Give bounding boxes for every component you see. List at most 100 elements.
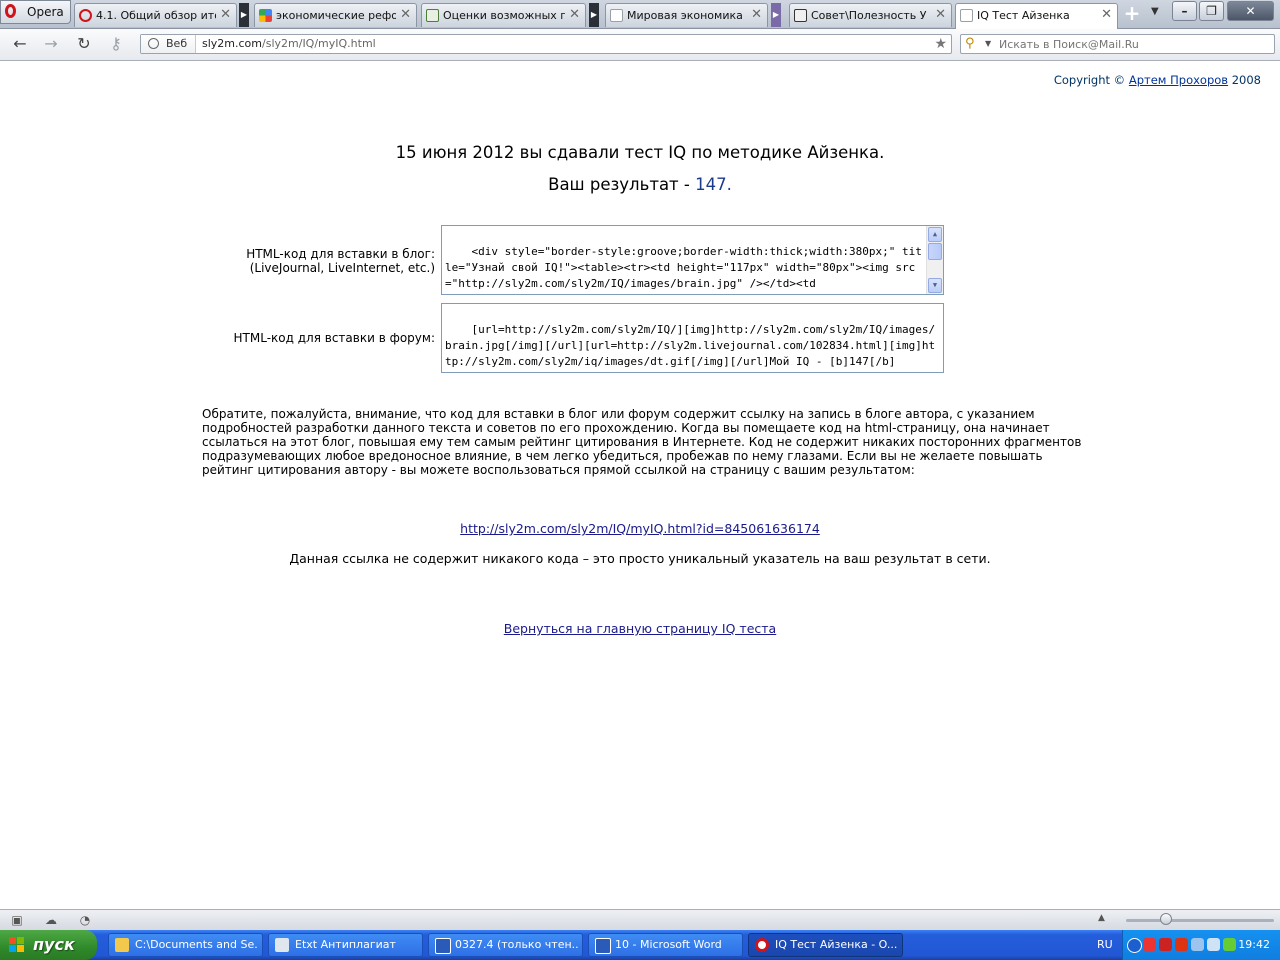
tab-title: Мировая экономика : ... (627, 9, 747, 22)
scroll-down-arrow-icon[interactable]: ▼ (928, 278, 942, 293)
tray-clock: 19:42 (1238, 938, 1270, 951)
tab-1[interactable]: экономические рефор... ✕ (254, 3, 417, 27)
google-favicon-icon (259, 9, 272, 22)
close-tab-icon[interactable]: ✕ (220, 4, 231, 26)
taskbar-item-label: IQ Тест Айзенка - O... (775, 938, 898, 951)
blog-code-scrollbar[interactable]: ▲ ▼ (926, 226, 943, 294)
tab-separator: ▶ (589, 3, 599, 27)
language-indicator[interactable]: RU (1097, 930, 1113, 960)
new-tab-plus-icon[interactable]: + (1122, 3, 1142, 24)
taskbar-item-label: Etxt Антиплагиат (295, 938, 396, 951)
page-content: Copyright © Артем Прохоров 2008 15 июня … (0, 61, 1280, 909)
windows-flag-icon (9, 937, 25, 953)
app-window-icon (275, 938, 289, 952)
taskbar-item-opera[interactable]: IQ Тест Айзенка - O... (748, 933, 903, 957)
document-favicon-icon (960, 9, 973, 22)
iq-result: Ваш результат - 147. (0, 175, 1280, 194)
forum-code-label: HTML-код для вставки в форум: (233, 331, 435, 345)
globe-icon (148, 38, 159, 49)
tab-2[interactable]: Оценки возможных п... ✕ (421, 3, 586, 27)
address-field[interactable]: Веб sly2m.com/sly2m/IQ/myIQ.html ★ (140, 34, 952, 54)
back-to-test-link[interactable]: Вернуться на главную страницу IQ теста (504, 621, 776, 636)
taskbar-item-word[interactable]: 10 - Microsoft Word (588, 933, 743, 957)
restore-window-icon[interactable]: ❐ (1199, 1, 1224, 21)
tray-opera-v-icon[interactable] (1175, 938, 1188, 951)
opera-menu-button[interactable]: Opera (0, 0, 71, 24)
tray-signal-icon[interactable] (1223, 938, 1236, 951)
blog-code-label-line1: HTML-код для вставки в блог: (246, 247, 435, 261)
document-favicon-icon (610, 9, 623, 22)
forum-code-textarea[interactable]: [url=http://sly2m.com/sly2m/IQ/][img]htt… (441, 303, 944, 373)
taskbar-item-etxt[interactable]: Etxt Антиплагиат (268, 933, 423, 957)
minimize-window-icon[interactable]: – (1172, 1, 1197, 21)
close-tab-icon[interactable]: ✕ (751, 4, 762, 26)
tray-antivirus-icon[interactable] (1143, 938, 1156, 951)
search-engine-dropdown-icon[interactable]: ▼ (985, 37, 991, 51)
tray-expand-icon[interactable] (1127, 938, 1142, 953)
wand-key-icon[interactable]: ⚷ (106, 35, 126, 53)
panel-toggle-icon[interactable]: ▣ (10, 913, 24, 927)
author-link[interactable]: Артем Прохоров (1129, 73, 1228, 87)
tab-list-chevron-icon[interactable]: ▼ (1151, 6, 1159, 17)
reload-icon[interactable]: ↻ (74, 35, 94, 53)
test-date-headline: 15 июня 2012 вы сдавали тест IQ по метод… (395, 143, 885, 162)
system-tray: 19:42 (1122, 930, 1280, 960)
zoom-menu-arrow-icon[interactable]: ▲ (1098, 913, 1105, 923)
tray-mail-icon[interactable] (1159, 938, 1172, 951)
scroll-up-arrow-icon[interactable]: ▲ (928, 227, 942, 242)
tab-5-active[interactable]: IQ Тест Айзенка ✕ (955, 3, 1118, 29)
link-note: Данная ссылка не содержит никакого кода … (289, 551, 991, 566)
blog-code-label: HTML-код для вставки в блог: (LiveJourna… (200, 247, 435, 275)
taskbar-item-word-readonly[interactable]: 0327.4 (только чтен... (428, 933, 583, 957)
opera-menu-label: Opera (27, 5, 64, 19)
back-link-wrap: Вернуться на главную страницу IQ теста (0, 621, 1280, 636)
blog-code-textarea[interactable]: <div style="border-style:groove;border-w… (441, 225, 944, 295)
close-tab-icon[interactable]: ✕ (569, 4, 580, 26)
blog-code-label-line2: (LiveJournal, LiveInternet, etc.) (249, 261, 435, 275)
copyright-prefix: Copyright © (1053, 73, 1126, 87)
tray-network-icon[interactable] (1191, 938, 1204, 951)
back-arrow-icon[interactable]: ← (10, 35, 30, 53)
close-window-icon[interactable]: ✕ (1227, 1, 1274, 21)
direct-result-link[interactable]: http://sly2m.com/sly2m/IQ/myIQ.html?id=8… (460, 521, 820, 536)
start-button[interactable]: пуск (0, 930, 97, 960)
tab-separator: ▶ (771, 3, 781, 27)
folder-icon (115, 938, 129, 952)
page-favicon-icon (426, 9, 439, 22)
forward-arrow-icon[interactable]: → (41, 35, 61, 53)
scrollbar-thumb[interactable] (928, 243, 942, 260)
web-badge-label: Веб (166, 37, 188, 50)
taskbar-item-explorer[interactable]: C:\Documents and Se... (108, 933, 263, 957)
bookmark-star-icon[interactable]: ★ (934, 35, 947, 53)
result-label: Ваш результат - (548, 175, 690, 194)
turbo-gauge-icon[interactable]: ◔ (78, 913, 92, 927)
tab-title: Совет\Полезность У ... (811, 9, 931, 22)
search-engine-magnifier-icon[interactable]: ⚲ (965, 36, 975, 52)
search-field[interactable]: ⚲ ▼ (960, 34, 1275, 54)
tab-3[interactable]: Мировая экономика : ... ✕ (605, 3, 768, 27)
forum-code-text: [url=http://sly2m.com/sly2m/IQ/][img]htt… (445, 323, 936, 368)
opera-logo-icon (5, 4, 16, 18)
tab-4[interactable]: Совет\Полезность У ... ✕ (789, 3, 952, 27)
unite-cloud-icon[interactable]: ☁ (44, 913, 58, 927)
site-favicon-icon (794, 9, 807, 22)
tab-0[interactable]: 4.1. Общий обзор ито... ✕ (74, 3, 237, 27)
word-document-icon (435, 938, 451, 954)
search-input[interactable] (999, 36, 1269, 52)
web-badge[interactable]: Веб (141, 35, 196, 53)
zoom-slider-track[interactable] (1126, 919, 1274, 922)
copyright: Copyright © Артем Прохоров 2008 (1054, 73, 1261, 87)
copyright-year: 2008 (1231, 73, 1261, 87)
taskbar-item-label: C:\Documents and Se... (135, 938, 258, 951)
tab-title: экономические рефор... (276, 9, 396, 22)
close-tab-icon[interactable]: ✕ (935, 4, 946, 26)
windows-taskbar: пуск C:\Documents and Se... Etxt Антипла… (0, 930, 1280, 960)
tab-separator: ▶ (239, 3, 249, 27)
close-tab-icon[interactable]: ✕ (1101, 4, 1112, 26)
tray-volume-icon[interactable] (1207, 938, 1220, 951)
url-text[interactable]: sly2m.com/sly2m/IQ/myIQ.html (202, 35, 376, 53)
url-path: /sly2m/IQ/myIQ.html (262, 37, 376, 50)
close-tab-icon[interactable]: ✕ (400, 4, 411, 26)
zoom-slider-thumb[interactable] (1160, 913, 1172, 925)
result-suffix: . (726, 175, 732, 194)
